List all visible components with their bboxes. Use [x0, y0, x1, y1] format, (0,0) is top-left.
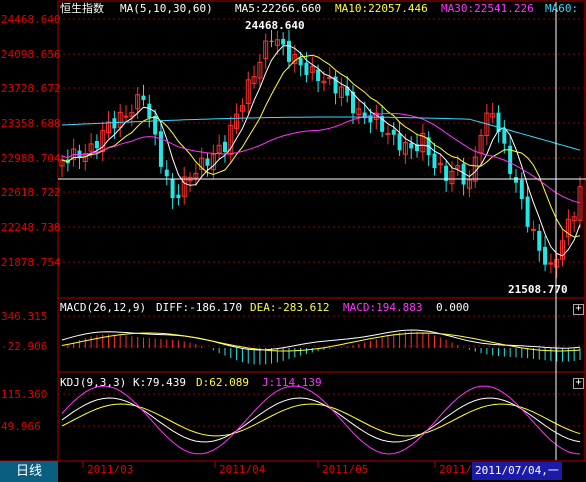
candle-body: [316, 69, 321, 82]
date-tick-mar: 2011/03: [87, 463, 134, 476]
low-price-label: 21508.770: [508, 283, 568, 296]
cursor-date-label: 2011/07/04,一: [472, 462, 562, 480]
price-tick-4: 23358.688: [1, 117, 61, 130]
candle-body: [205, 158, 210, 166]
macd-tick-1: 346.315: [1, 310, 48, 323]
kdj-tick-1: 115.360: [1, 388, 48, 401]
candle-body: [537, 230, 542, 251]
candle-body: [298, 57, 303, 66]
date-tick-jun: 2011/: [439, 463, 473, 476]
candle-body: [269, 40, 274, 42]
kdj-d-line: [61, 403, 581, 437]
price-tick-3: 23728.672: [1, 82, 61, 95]
candle-body: [502, 128, 507, 144]
kdj-j-value: J:114.139: [262, 376, 322, 389]
candle-body: [164, 169, 169, 177]
ma60-line: [61, 116, 581, 151]
index-title: 恒生指数: [60, 2, 104, 15]
macd-lines: [61, 329, 581, 352]
ma30-value: MA30:22541.226: [441, 2, 534, 15]
date-tick-apr: 2011/04: [219, 463, 266, 476]
candle-body: [222, 141, 227, 152]
candle-body: [525, 196, 530, 227]
candle-body: [94, 141, 99, 149]
chart-grid: [0, 0, 586, 468]
ma10-line: [61, 54, 581, 238]
candle-body: [530, 228, 536, 231]
price-tick-2: 24098.656: [1, 48, 61, 61]
macd-expand-icon[interactable]: +: [573, 304, 584, 315]
candle-body: [391, 129, 396, 135]
candle-body: [286, 40, 291, 62]
price-tick-8: 21878.754: [1, 256, 61, 269]
daily-period-tab[interactable]: 日线: [0, 461, 58, 482]
candle-body: [496, 112, 501, 132]
kdj-d-value: D:62.089: [196, 376, 249, 389]
candle-body: [123, 115, 129, 118]
candle-body: [432, 153, 437, 169]
candle-body: [158, 131, 163, 167]
candle-body: [112, 118, 117, 129]
candle-body: [385, 132, 391, 135]
macd-dea-value: DEA:-283.612: [250, 301, 330, 314]
macd-diff-value: DIFF:-186.170: [156, 301, 243, 314]
macd-histogram-value: MACD:194.883: [343, 301, 423, 314]
candle-body: [304, 62, 309, 75]
candle-body: [519, 179, 524, 200]
candle-body: [147, 103, 152, 118]
price-tick-7: 22248.738: [1, 221, 61, 234]
candle-body: [397, 133, 402, 151]
date-tick-may: 2011/05: [322, 463, 369, 476]
kdj-lines: [61, 385, 581, 455]
stock-chart[interactable]: [0, 0, 586, 482]
macd-params-label: MACD(26,12,9): [60, 301, 147, 314]
candle-body: [281, 38, 286, 45]
ma10-value: MA10:22057.446: [335, 2, 428, 15]
candle-body: [543, 246, 548, 265]
kdj-k-value: K:79.439: [133, 376, 186, 389]
candle-body: [141, 95, 146, 100]
candle-body: [170, 178, 175, 199]
ma-params-label: MA(5,10,30,60): [120, 2, 213, 15]
candle-body: [409, 143, 414, 149]
macd-tick-2: -22.906: [1, 340, 48, 353]
price-tick-1: 24468.640: [1, 13, 61, 26]
price-tick-6: 22618.722: [1, 186, 61, 199]
price-tick-5: 22988.704: [1, 152, 61, 165]
ma60-value: MA60:: [545, 2, 579, 15]
kdj-expand-icon[interactable]: +: [573, 378, 584, 389]
macd-extra-value: 0.000: [436, 301, 470, 314]
crosshair-cursor: [58, 2, 586, 460]
kdj-tick-2: 49.966: [1, 420, 41, 433]
candle-body: [513, 177, 518, 183]
candle-body: [153, 115, 158, 135]
moving-average-lines: [61, 45, 581, 257]
ma5-value: MA5:22266.660: [235, 2, 322, 15]
candle-body: [176, 194, 181, 198]
high-price-label: 24468.640: [245, 19, 305, 32]
kdj-params-label: KDJ(9,3,3): [60, 376, 127, 389]
kdj-j-line: [61, 385, 581, 455]
candlesticks: [59, 29, 583, 278]
